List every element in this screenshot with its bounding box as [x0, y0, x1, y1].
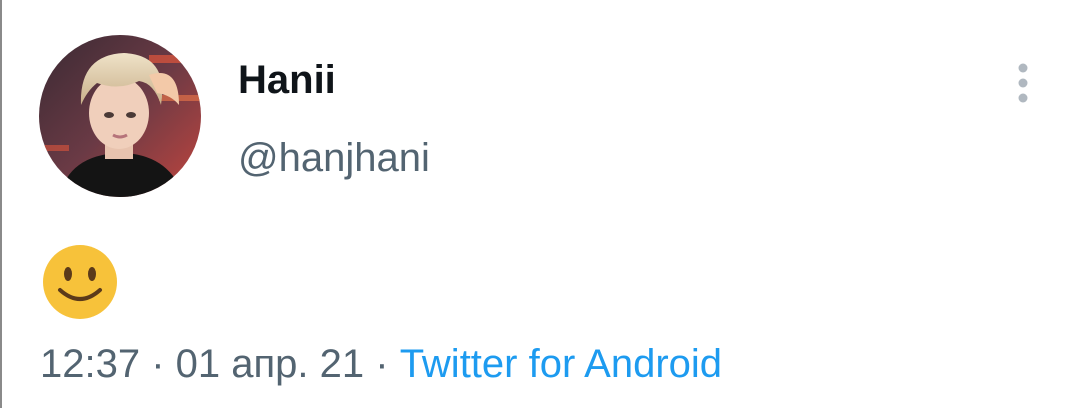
meta-separator: · [364, 342, 400, 386]
tweet-text: 🙂 [42, 244, 118, 320]
author-display-name[interactable]: Hanii [238, 56, 336, 104]
meta-separator: · [140, 342, 176, 386]
slightly-smiling-face-icon [43, 245, 117, 319]
profile-photo [39, 35, 201, 197]
tweet-time: 12:37 [40, 342, 141, 386]
tweet-date: 01 апр. 21 [175, 342, 365, 386]
tweet-detail: Hanii @hanjhani 🙂 12:37 · 01 апр. 21 · T… [0, 0, 1080, 408]
tweet-meta: 12:37 · 01 апр. 21 · Twitter for Android [40, 340, 722, 388]
more-options-icon[interactable] [1006, 60, 1040, 106]
avatar[interactable] [39, 35, 201, 197]
author-handle[interactable]: @hanjhani [238, 134, 430, 182]
tweet-source-link[interactable]: Twitter for Android [400, 342, 722, 386]
